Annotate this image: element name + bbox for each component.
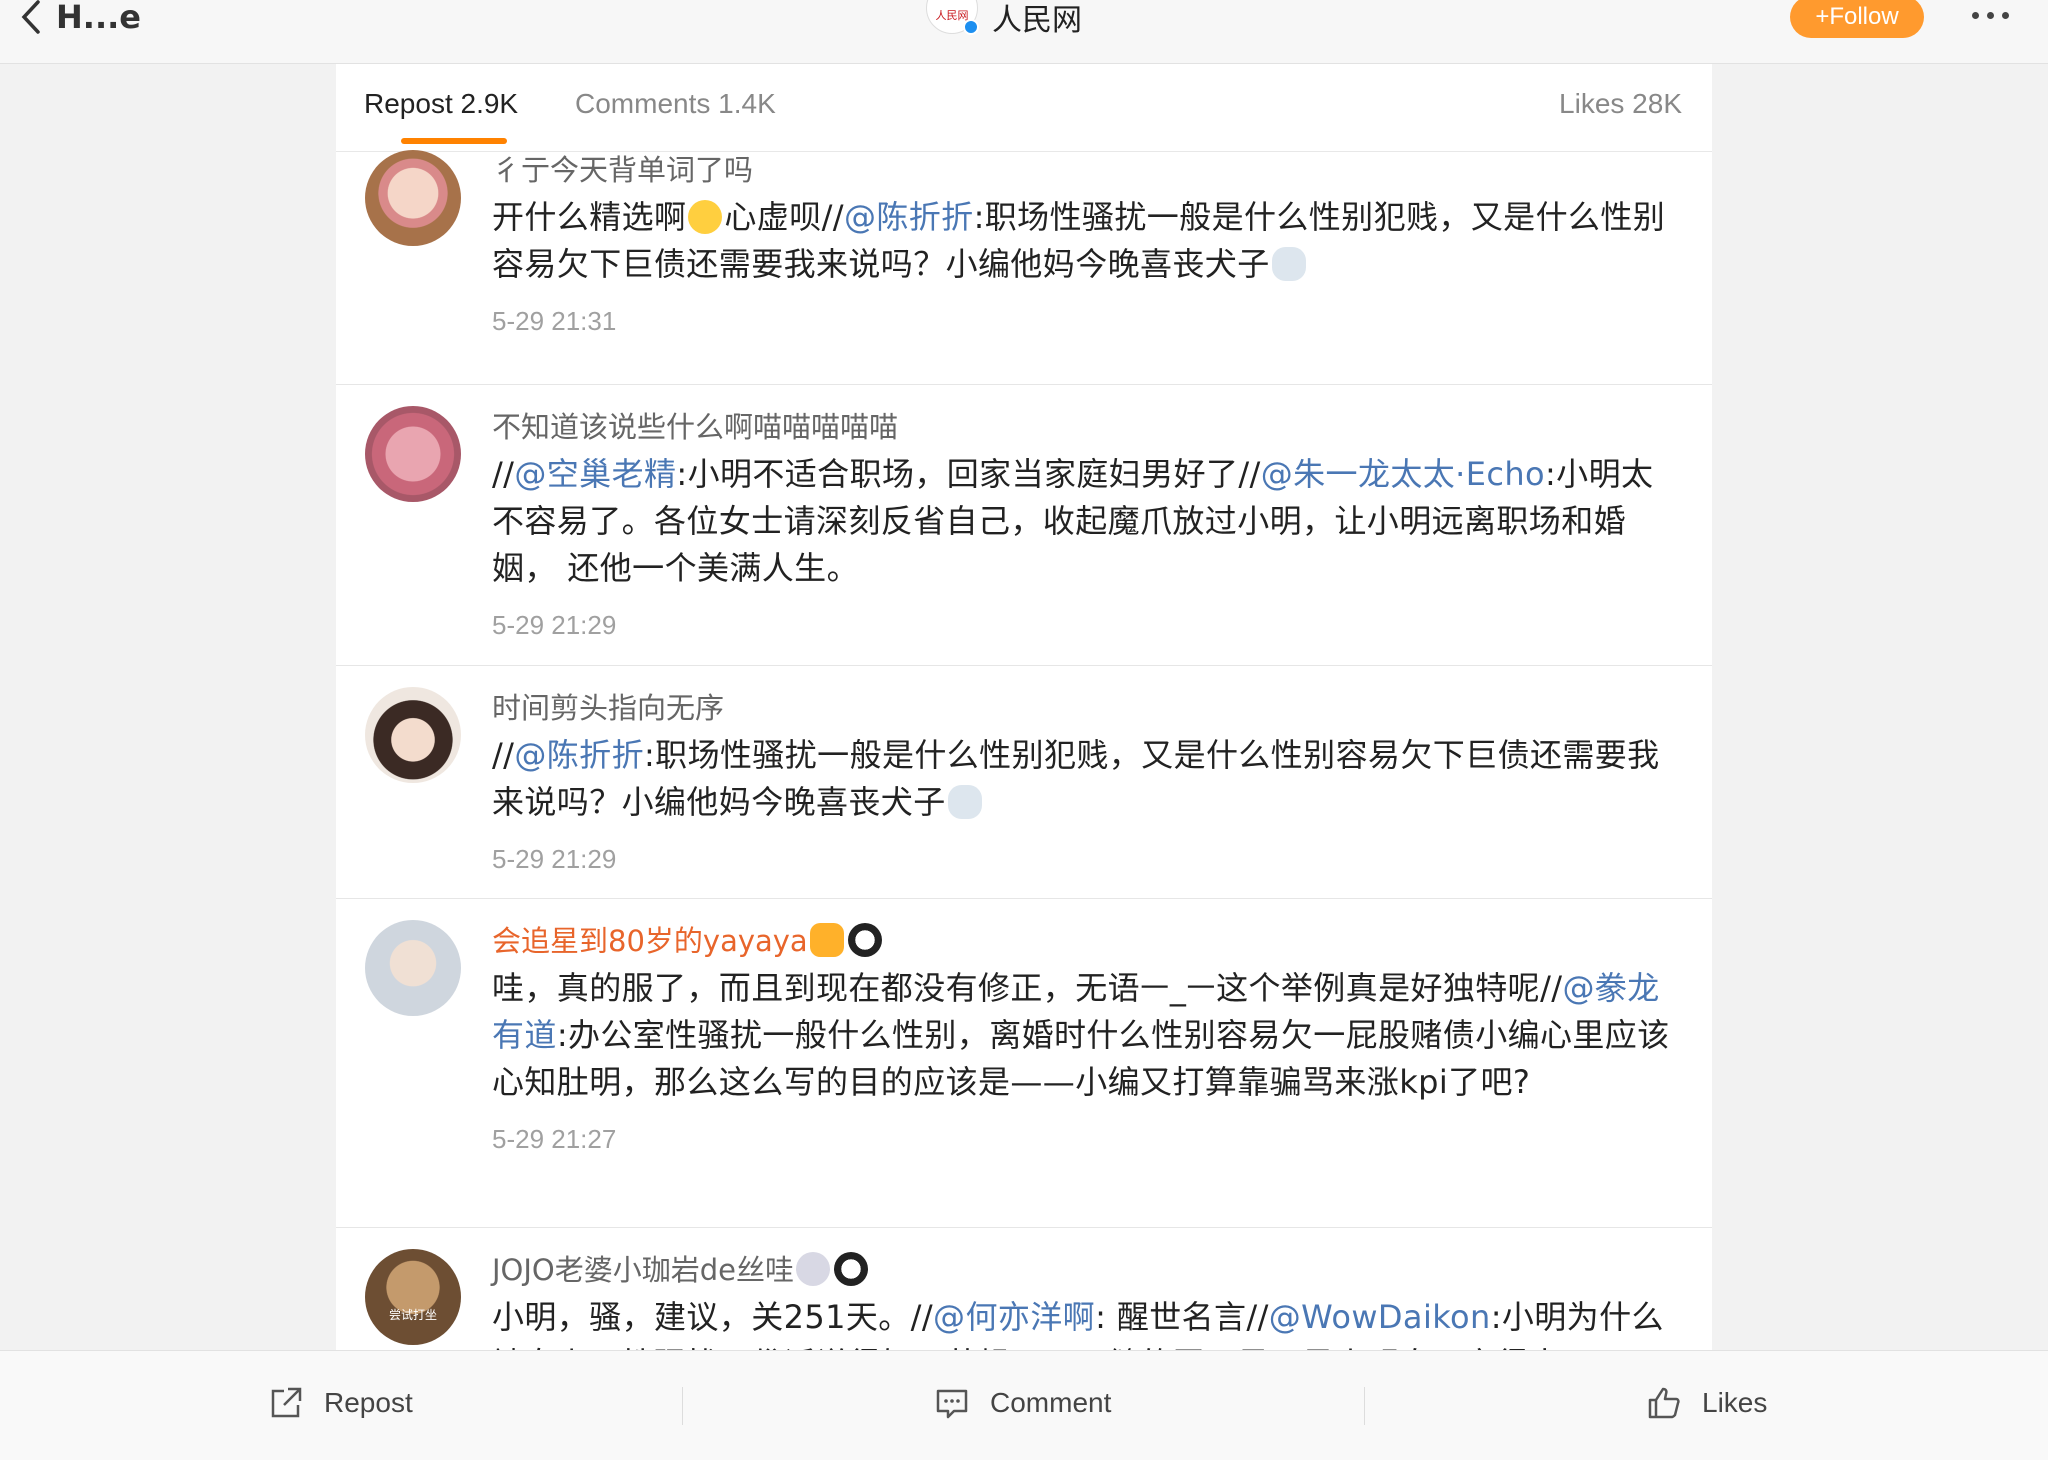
back-label: H...e [56, 0, 141, 36]
more-options-icon[interactable] [1972, 0, 2009, 30]
avatar-text: 尝试打坐 [388, 1308, 437, 1322]
repost-panel: Repost 2.9K Comments 1.4K Likes 28K 彳亍今天… [336, 64, 1712, 1350]
post-text: 哇，真的服了，而且到现在都没有修正，无语ㅡ_ㅡ这个举例真是好独特呢//@豢龙有道… [492, 965, 1682, 1106]
text-segment: // [492, 736, 515, 774]
likes-button[interactable]: Likes [1646, 1385, 1767, 1421]
repost-button[interactable]: Repost [268, 1385, 413, 1421]
username-text: 会追星到80岁的yayaya [492, 924, 808, 958]
chevron-left-icon [21, 0, 40, 34]
avatar[interactable] [365, 150, 461, 246]
follow-button[interactable]: +Follow [1790, 0, 1924, 38]
avatar[interactable] [365, 687, 461, 783]
top-nav-bar: H...e 人民网 人民网 +Follow [0, 0, 2048, 64]
snowman-emoji-icon [1271, 247, 1306, 281]
username[interactable]: 会追星到80岁的yayaya [492, 923, 1682, 959]
text-segment: :办公室性骚扰一般什么性别，离婚时什么性别容易欠一屁股赌债小编心里应该心知肚明，… [492, 1016, 1670, 1101]
snowman-emoji-icon [947, 785, 982, 819]
medal-badge-icon [796, 1252, 831, 1286]
post-text: 小明，骚，建议，关251天。//@何亦洋啊: 醒世名言//@WowDaikon:… [492, 1294, 1682, 1350]
list-item[interactable]: 尝试打坐 JOJO老婆小珈岩de丝哇 小明，骚，建议，关251天。//@何亦洋啊… [336, 1228, 1712, 1350]
comment-button[interactable]: Comment [934, 1385, 1111, 1421]
account-header[interactable]: 人民网 人民网 [926, 0, 1082, 38]
mention-link[interactable]: @陈折折 [844, 198, 974, 236]
smile-emoji-icon [688, 200, 723, 234]
avatar[interactable] [365, 920, 461, 1016]
post-text: //@陈折折:职场性骚扰一般是什么性别犯贱，又是什么性别容易欠下巨债还需要我来说… [492, 732, 1682, 826]
tab-repost[interactable]: Repost 2.9K [364, 88, 518, 120]
username[interactable]: 不知道该说些什么啊喵喵喵喵喵 [492, 409, 1682, 445]
divider [1364, 1387, 1365, 1425]
account-name: 人民网 [992, 3, 1082, 38]
repost-label: Repost [324, 1387, 413, 1418]
mention-link[interactable]: @WowDaikon [1269, 1298, 1491, 1336]
text-segment: // [492, 455, 515, 493]
username[interactable]: 彳亍今天背单词了吗 [492, 152, 1682, 188]
bottom-action-bar: Repost Comment Likes [0, 1350, 2048, 1460]
text-segment: 心虚呗// [724, 198, 844, 236]
post-text: 开什么精选啊 心虚呗//@陈折折:职场性骚扰一般是什么性别犯贱，又是什么性别容易欠… [492, 194, 1682, 288]
panda-badge-icon [847, 923, 882, 957]
mention-link[interactable]: @空巢老精 [514, 455, 676, 493]
text-segment: 开什么精选啊 [492, 198, 687, 236]
text-segment: 小明，骚，建议，关251天。// [492, 1298, 934, 1336]
thumbs-up-icon [1648, 1387, 1680, 1419]
tab-bar: Repost 2.9K Comments 1.4K Likes 28K [336, 64, 1712, 152]
comment-icon [936, 1389, 968, 1419]
account-logo: 人民网 [926, 0, 979, 35]
list-item[interactable]: 时间剪头指向无序 //@陈折折:职场性骚扰一般是什么性别犯贱，又是什么性别容易欠… [336, 666, 1712, 899]
text-segment: : 醒世名言// [1095, 1298, 1269, 1336]
timestamp: 5-29 21:31 [492, 306, 617, 336]
text-segment: :小明不适合职场，回家当家庭妇男好了// [676, 455, 1261, 493]
comment-label: Comment [990, 1387, 1112, 1418]
mention-link[interactable]: @陈折折 [514, 736, 644, 774]
list-item[interactable]: 彳亍今天背单词了吗 开什么精选啊 心虚呗//@陈折折:职场性骚扰一般是什么性别犯贱… [336, 150, 1712, 385]
timestamp: 5-29 21:27 [492, 1124, 617, 1154]
timestamp: 5-29 21:29 [492, 844, 617, 874]
username-text: JOJO老婆小珈岩de丝哇 [492, 1253, 795, 1287]
back-button[interactable]: H...e [20, 0, 141, 36]
username[interactable]: JOJO老婆小珈岩de丝哇 [492, 1252, 1682, 1288]
list-item[interactable]: 不知道该说些什么啊喵喵喵喵喵 //@空巢老精:小明不适合职场，回家当家庭妇男好了… [336, 385, 1712, 666]
timestamp: 5-29 21:29 [492, 610, 617, 640]
username[interactable]: 时间剪头指向无序 [492, 690, 1682, 726]
text-segment: :职场性骚扰一般是什么性别犯贱，又是什么性别容易欠下巨债还需要我来说吗？小编他妈… [492, 736, 1660, 821]
active-tab-indicator [401, 138, 507, 144]
tab-likes[interactable]: Likes 28K [1559, 88, 1682, 120]
verified-icon [963, 19, 979, 35]
crown-badge-icon [809, 923, 844, 957]
avatar[interactable]: 尝试打坐 [365, 1249, 461, 1345]
likes-label: Likes [1702, 1387, 1768, 1418]
avatar[interactable] [365, 406, 461, 502]
account-logo-text: 人民网 [935, 9, 969, 22]
repost-icon [271, 1387, 302, 1418]
repost-list: 彳亍今天背单词了吗 开什么精选啊 心虚呗//@陈折折:职场性骚扰一般是什么性别犯贱… [336, 150, 1712, 1350]
divider [682, 1387, 683, 1425]
tab-comments[interactable]: Comments 1.4K [575, 88, 776, 120]
list-item[interactable]: 会追星到80岁的yayaya 哇，真的服了，而且到现在都没有修正，无语ㅡ_ㅡ这个… [336, 899, 1712, 1228]
mention-link[interactable]: @何亦洋啊 [933, 1298, 1095, 1336]
panda-badge-icon [834, 1252, 869, 1286]
post-text: //@空巢老精:小明不适合职场，回家当家庭妇男好了//@朱一龙太太·Echo:小… [492, 451, 1682, 592]
text-segment: 哇，真的服了，而且到现在都没有修正，无语ㅡ_ㅡ这个举例真是好独特呢// [492, 969, 1563, 1007]
mention-link[interactable]: @朱一龙太太·Echo [1261, 455, 1545, 493]
